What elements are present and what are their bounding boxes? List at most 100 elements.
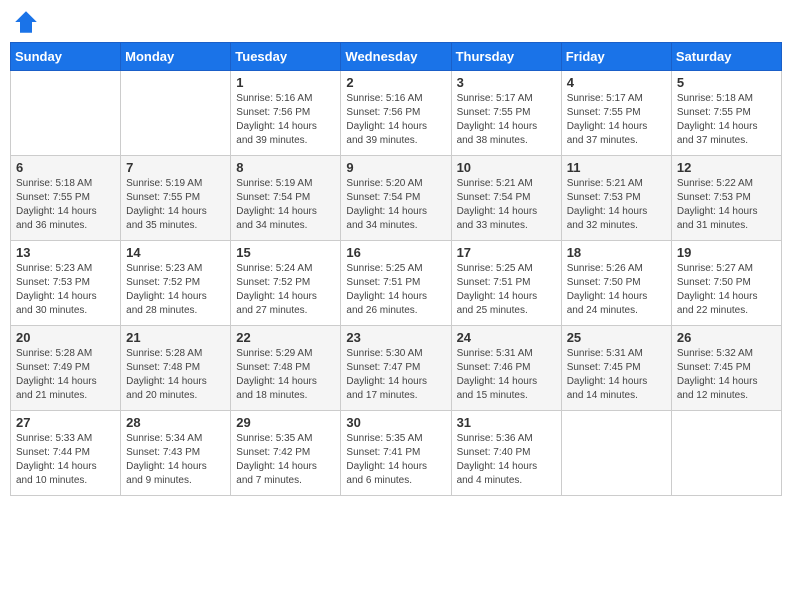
- day-number: 5: [677, 75, 776, 90]
- day-info: Sunrise: 5:16 AM Sunset: 7:56 PM Dayligh…: [346, 92, 445, 148]
- calendar-cell: [671, 411, 781, 496]
- day-number: 13: [16, 245, 115, 260]
- calendar-cell: 31 Sunrise: 5:36 AM Sunset: 7:40 PM Dayli…: [451, 411, 561, 496]
- day-number: 25: [567, 330, 666, 345]
- calendar-cell: 25 Sunrise: 5:31 AM Sunset: 7:45 PM Dayli…: [561, 326, 671, 411]
- calendar-cell: 28 Sunrise: 5:34 AM Sunset: 7:43 PM Dayli…: [121, 411, 231, 496]
- calendar-cell: 21 Sunrise: 5:28 AM Sunset: 7:48 PM Dayli…: [121, 326, 231, 411]
- day-info: Sunrise: 5:36 AM Sunset: 7:40 PM Dayligh…: [457, 432, 556, 488]
- calendar-cell: 23 Sunrise: 5:30 AM Sunset: 7:47 PM Dayli…: [341, 326, 451, 411]
- calendar-cell: 17 Sunrise: 5:25 AM Sunset: 7:51 PM Dayli…: [451, 241, 561, 326]
- calendar-cell: 13 Sunrise: 5:23 AM Sunset: 7:53 PM Dayli…: [11, 241, 121, 326]
- day-info: Sunrise: 5:18 AM Sunset: 7:55 PM Dayligh…: [677, 92, 776, 148]
- page-header: [10, 10, 782, 34]
- day-number: 4: [567, 75, 666, 90]
- day-info: Sunrise: 5:17 AM Sunset: 7:55 PM Dayligh…: [457, 92, 556, 148]
- week-row-2: 6 Sunrise: 5:18 AM Sunset: 7:55 PM Daylig…: [11, 156, 782, 241]
- day-info: Sunrise: 5:25 AM Sunset: 7:51 PM Dayligh…: [457, 262, 556, 318]
- day-header-thursday: Thursday: [451, 43, 561, 71]
- day-number: 22: [236, 330, 335, 345]
- day-info: Sunrise: 5:35 AM Sunset: 7:42 PM Dayligh…: [236, 432, 335, 488]
- week-row-3: 13 Sunrise: 5:23 AM Sunset: 7:53 PM Dayli…: [11, 241, 782, 326]
- calendar-cell: 16Sunrise: 5:25 AM Sunset: 7:51 PM Dayli…: [341, 241, 451, 326]
- calendar-cell: 29 Sunrise: 5:35 AM Sunset: 7:42 PM Dayli…: [231, 411, 341, 496]
- calendar-cell: 2Sunrise: 5:16 AM Sunset: 7:56 PM Daylig…: [341, 71, 451, 156]
- day-number: 9: [346, 160, 445, 175]
- calendar-cell: [121, 71, 231, 156]
- calendar-cell: [11, 71, 121, 156]
- day-header-saturday: Saturday: [671, 43, 781, 71]
- calendar-cell: 24Sunrise: 5:31 AM Sunset: 7:46 PM Dayli…: [451, 326, 561, 411]
- calendar-cell: 8 Sunrise: 5:19 AM Sunset: 7:54 PM Daylig…: [231, 156, 341, 241]
- calendar-cell: 4 Sunrise: 5:17 AM Sunset: 7:55 PM Daylig…: [561, 71, 671, 156]
- day-number: 10: [457, 160, 556, 175]
- day-info: Sunrise: 5:28 AM Sunset: 7:49 PM Dayligh…: [16, 347, 115, 403]
- day-info: Sunrise: 5:18 AM Sunset: 7:55 PM Dayligh…: [16, 177, 115, 233]
- calendar-cell: 7 Sunrise: 5:19 AM Sunset: 7:55 PM Daylig…: [121, 156, 231, 241]
- day-number: 18: [567, 245, 666, 260]
- day-info: Sunrise: 5:33 AM Sunset: 7:44 PM Dayligh…: [16, 432, 115, 488]
- day-header-sunday: Sunday: [11, 43, 121, 71]
- day-info: Sunrise: 5:20 AM Sunset: 7:54 PM Dayligh…: [346, 177, 445, 233]
- day-info: Sunrise: 5:27 AM Sunset: 7:50 PM Dayligh…: [677, 262, 776, 318]
- day-header-wednesday: Wednesday: [341, 43, 451, 71]
- day-number: 21: [126, 330, 225, 345]
- day-number: 6: [16, 160, 115, 175]
- day-number: 30: [346, 415, 445, 430]
- day-number: 8: [236, 160, 335, 175]
- calendar-cell: 18 Sunrise: 5:26 AM Sunset: 7:50 PM Dayli…: [561, 241, 671, 326]
- day-info: Sunrise: 5:30 AM Sunset: 7:47 PM Dayligh…: [346, 347, 445, 403]
- day-number: 1: [236, 75, 335, 90]
- calendar-cell: 1Sunrise: 5:16 AM Sunset: 7:56 PM Daylig…: [231, 71, 341, 156]
- calendar-cell: 22Sunrise: 5:29 AM Sunset: 7:48 PM Dayli…: [231, 326, 341, 411]
- calendar-cell: 14Sunrise: 5:23 AM Sunset: 7:52 PM Dayli…: [121, 241, 231, 326]
- day-number: 20: [16, 330, 115, 345]
- week-row-4: 20 Sunrise: 5:28 AM Sunset: 7:49 PM Dayli…: [11, 326, 782, 411]
- day-number: 7: [126, 160, 225, 175]
- calendar-cell: 26Sunrise: 5:32 AM Sunset: 7:45 PM Dayli…: [671, 326, 781, 411]
- day-info: Sunrise: 5:35 AM Sunset: 7:41 PM Dayligh…: [346, 432, 445, 488]
- day-number: 31: [457, 415, 556, 430]
- day-info: Sunrise: 5:17 AM Sunset: 7:55 PM Dayligh…: [567, 92, 666, 148]
- calendar-header-row: SundayMondayTuesdayWednesdayThursdayFrid…: [11, 43, 782, 71]
- calendar-cell: 10Sunrise: 5:21 AM Sunset: 7:54 PM Dayli…: [451, 156, 561, 241]
- day-number: 17: [457, 245, 556, 260]
- calendar-cell: 9 Sunrise: 5:20 AM Sunset: 7:54 PM Daylig…: [341, 156, 451, 241]
- calendar-cell: 19 Sunrise: 5:27 AM Sunset: 7:50 PM Dayli…: [671, 241, 781, 326]
- day-number: 24: [457, 330, 556, 345]
- day-info: Sunrise: 5:28 AM Sunset: 7:48 PM Dayligh…: [126, 347, 225, 403]
- day-header-monday: Monday: [121, 43, 231, 71]
- day-info: Sunrise: 5:19 AM Sunset: 7:54 PM Dayligh…: [236, 177, 335, 233]
- week-row-1: 1 Sunrise: 5:16 AM Sunset: 7:56 PM Daylig…: [11, 71, 782, 156]
- day-number: 26: [677, 330, 776, 345]
- day-number: 12: [677, 160, 776, 175]
- calendar-cell: 30 Sunrise: 5:35 AM Sunset: 7:41 PM Dayli…: [341, 411, 451, 496]
- day-info: Sunrise: 5:19 AM Sunset: 7:55 PM Dayligh…: [126, 177, 225, 233]
- calendar-cell: 11Sunrise: 5:21 AM Sunset: 7:53 PM Dayli…: [561, 156, 671, 241]
- day-number: 14: [126, 245, 225, 260]
- day-number: 23: [346, 330, 445, 345]
- day-number: 16: [346, 245, 445, 260]
- day-number: 3: [457, 75, 556, 90]
- day-info: Sunrise: 5:22 AM Sunset: 7:53 PM Dayligh…: [677, 177, 776, 233]
- day-header-friday: Friday: [561, 43, 671, 71]
- day-number: 19: [677, 245, 776, 260]
- calendar-cell: 15Sunrise: 5:24 AM Sunset: 7:52 PM Dayli…: [231, 241, 341, 326]
- day-info: Sunrise: 5:34 AM Sunset: 7:43 PM Dayligh…: [126, 432, 225, 488]
- calendar-cell: 12 Sunrise: 5:22 AM Sunset: 7:53 PM Dayli…: [671, 156, 781, 241]
- day-number: 15: [236, 245, 335, 260]
- day-info: Sunrise: 5:23 AM Sunset: 7:53 PM Dayligh…: [16, 262, 115, 318]
- day-info: Sunrise: 5:21 AM Sunset: 7:53 PM Dayligh…: [567, 177, 666, 233]
- week-row-5: 27 Sunrise: 5:33 AM Sunset: 7:44 PM Dayli…: [11, 411, 782, 496]
- calendar-table: SundayMondayTuesdayWednesdayThursdayFrid…: [10, 42, 782, 496]
- day-info: Sunrise: 5:26 AM Sunset: 7:50 PM Dayligh…: [567, 262, 666, 318]
- calendar-cell: 27 Sunrise: 5:33 AM Sunset: 7:44 PM Dayli…: [11, 411, 121, 496]
- calendar-cell: [561, 411, 671, 496]
- calendar-cell: 20 Sunrise: 5:28 AM Sunset: 7:49 PM Dayli…: [11, 326, 121, 411]
- day-number: 28: [126, 415, 225, 430]
- day-info: Sunrise: 5:31 AM Sunset: 7:45 PM Dayligh…: [567, 347, 666, 403]
- calendar-cell: 5 Sunrise: 5:18 AM Sunset: 7:55 PM Daylig…: [671, 71, 781, 156]
- day-number: 27: [16, 415, 115, 430]
- calendar-cell: 6 Sunrise: 5:18 AM Sunset: 7:55 PM Daylig…: [11, 156, 121, 241]
- day-number: 29: [236, 415, 335, 430]
